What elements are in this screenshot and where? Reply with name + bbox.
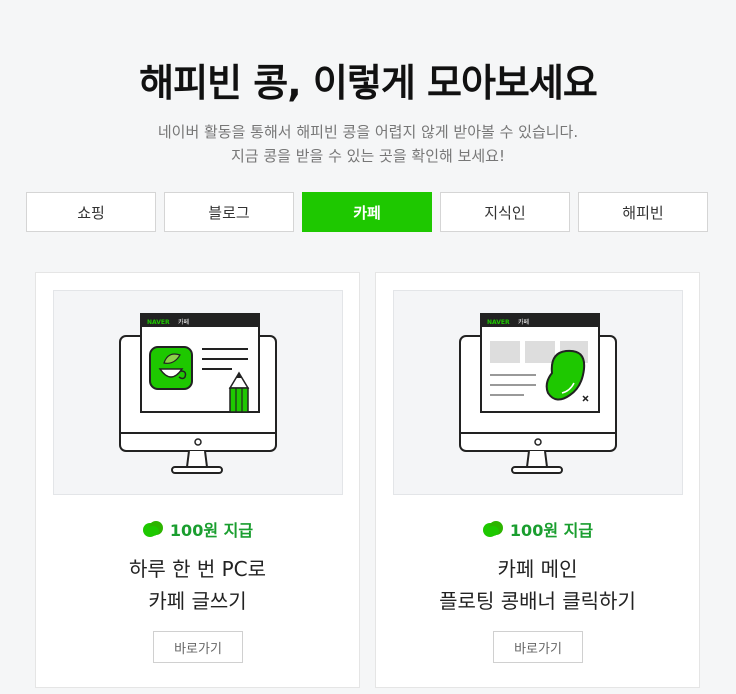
monitor-cafe-write-illustration: NAVER 카페 bbox=[53, 290, 343, 495]
description-line-2: 지금 콩을 받을 수 있는 곳을 확인해 보세요! bbox=[231, 147, 505, 165]
reward-badge: 100원 지급 bbox=[36, 517, 359, 541]
card-title-line-2: 플로팅 콩배너 클릭하기 bbox=[439, 589, 636, 613]
window-service: 카페 bbox=[518, 318, 529, 326]
category-tabs: 쇼핑 블로그 카페 지식인 해피빈 bbox=[26, 192, 708, 232]
bean-icon bbox=[142, 521, 163, 537]
tab-blog[interactable]: 블로그 bbox=[164, 192, 294, 232]
window-brand: NAVER bbox=[147, 319, 170, 326]
monitor-bean-banner-illustration: NAVER 카페 bbox=[393, 290, 683, 495]
description-line-1: 네이버 활동을 통해서 해피빈 콩을 어렵지 않게 받아볼 수 있습니다. bbox=[157, 123, 579, 141]
bean-icon bbox=[482, 521, 503, 537]
page-description: 네이버 활동을 통해서 해피빈 콩을 어렵지 않게 받아볼 수 있습니다. 지금… bbox=[0, 120, 736, 168]
card-cafe-banner: NAVER 카페 100원 지급 카페 메인 플로팅 콩배너 클릭하기 바로가기 bbox=[375, 272, 700, 688]
card-title-line-1: 하루 한 번 PC로 bbox=[128, 557, 267, 581]
reward-badge: 100원 지급 bbox=[376, 517, 699, 541]
card-title-line-2: 카페 글쓰기 bbox=[148, 589, 247, 613]
tab-kin[interactable]: 지식인 bbox=[440, 192, 570, 232]
go-button[interactable]: 바로가기 bbox=[153, 631, 243, 663]
page-title: 해피빈 콩, 이렇게 모아보세요 bbox=[139, 61, 598, 105]
reward-text: 100원 지급 bbox=[169, 521, 254, 540]
card-title: 카페 메인 플로팅 콩배너 클릭하기 bbox=[376, 553, 699, 617]
reward-text: 100원 지급 bbox=[509, 521, 594, 540]
go-button[interactable]: 바로가기 bbox=[493, 631, 583, 663]
tab-happybean[interactable]: 해피빈 bbox=[578, 192, 708, 232]
card-cafe-write: NAVER 카페 100원 지급 하루 한 번 PC로 카페 글쓰기 바로가기 bbox=[35, 272, 360, 688]
tab-shopping[interactable]: 쇼핑 bbox=[26, 192, 156, 232]
card-title: 하루 한 번 PC로 카페 글쓰기 bbox=[36, 553, 359, 617]
window-brand: NAVER bbox=[487, 319, 510, 326]
card-title-line-1: 카페 메인 bbox=[497, 557, 578, 581]
window-service: 카페 bbox=[178, 318, 189, 326]
tab-cafe[interactable]: 카페 bbox=[302, 192, 432, 232]
